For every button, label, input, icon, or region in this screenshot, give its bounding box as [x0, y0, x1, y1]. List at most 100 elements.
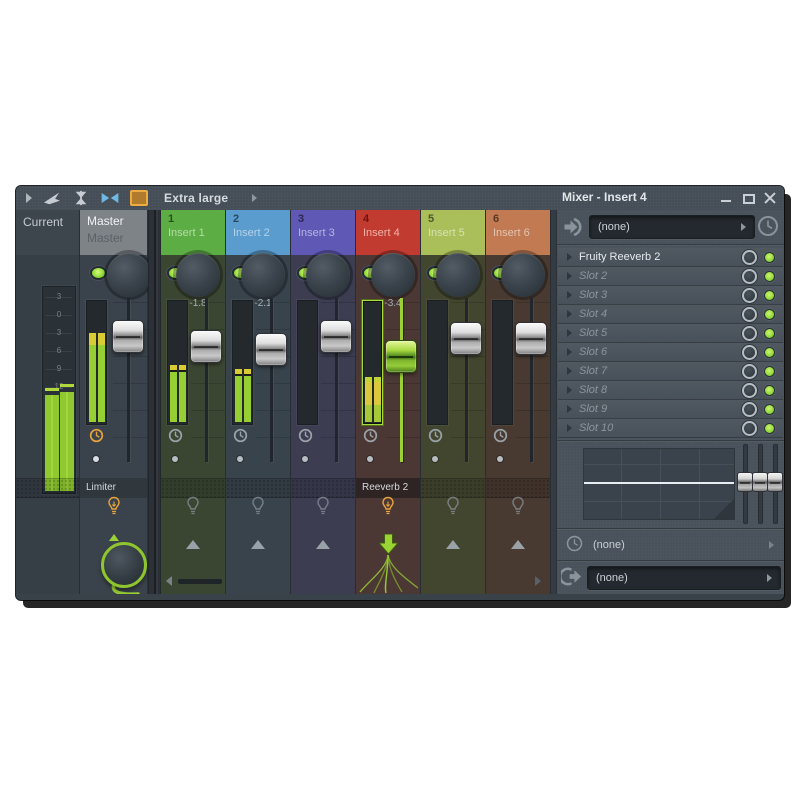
slot-mix-knob[interactable]: [742, 383, 757, 398]
fx-slot-6[interactable]: Slot 6: [558, 343, 783, 361]
slot-mix-knob[interactable]: [742, 364, 757, 379]
lamp-icon[interactable]: [510, 496, 526, 518]
fx-slot-7[interactable]: Slot 7: [558, 362, 783, 380]
slot-arrow-icon[interactable]: [567, 272, 572, 280]
record-dot[interactable]: [497, 456, 503, 462]
fx-slot-10[interactable]: Slot 10: [558, 419, 783, 437]
strip-header[interactable]: 5 Insert 5: [421, 210, 485, 255]
record-dot[interactable]: [367, 456, 373, 462]
slot-enable-led[interactable]: [764, 423, 775, 434]
clock-icon[interactable]: [89, 428, 104, 443]
fx-slot-1[interactable]: Fruity Reeverb 2: [558, 248, 783, 266]
record-dot[interactable]: [302, 456, 308, 462]
slot-arrow-icon[interactable]: [567, 291, 572, 299]
volume-fader[interactable]: [515, 322, 547, 355]
slot-enable-led[interactable]: [764, 385, 775, 396]
slot-enable-led[interactable]: [764, 271, 775, 282]
pan-knob[interactable]: [241, 253, 285, 297]
clock-icon[interactable]: [298, 428, 313, 443]
fader-track[interactable]: [270, 298, 273, 462]
fx-slot-5[interactable]: Slot 5: [558, 324, 783, 342]
lamp-icon[interactable]: [315, 496, 331, 518]
fx-slot-2[interactable]: Slot 2: [558, 267, 783, 285]
time-clock-icon[interactable]: [566, 535, 583, 552]
mixer-strip-insert-3[interactable]: 3 Insert 3: [291, 210, 356, 594]
fx-slot-3[interactable]: Slot 3: [558, 286, 783, 304]
fader-track[interactable]: [205, 298, 208, 462]
slot-mix-knob[interactable]: [742, 421, 757, 436]
clock-icon[interactable]: [493, 428, 508, 443]
lamp-icon[interactable]: [380, 496, 396, 518]
time-arrow-icon[interactable]: [769, 541, 774, 549]
route-up-arrow-icon[interactable]: [446, 540, 460, 549]
slot-mix-knob[interactable]: [742, 250, 757, 265]
slot-enable-led[interactable]: [764, 366, 775, 377]
eq-band-fader-low[interactable]: [737, 472, 753, 492]
lamp-icon[interactable]: [445, 496, 461, 518]
plugin-name-band[interactable]: Reeverb 2: [356, 478, 420, 498]
route-up-arrow-icon[interactable]: [511, 540, 525, 549]
fx-slot-9[interactable]: Slot 9: [558, 400, 783, 418]
pan-knob[interactable]: [306, 253, 350, 297]
lamp-icon[interactable]: [250, 496, 266, 518]
mixer-strip-insert-4[interactable]: 4 Insert 4 -3.4 Reeverb 2: [356, 210, 421, 594]
minimize-button[interactable]: [720, 192, 732, 204]
eq-graph[interactable]: [583, 448, 735, 520]
input-source-select[interactable]: (none): [589, 215, 755, 239]
menu-arrow-icon[interactable]: [26, 193, 32, 203]
volume-fader[interactable]: [450, 322, 482, 355]
slot-mix-knob[interactable]: [742, 326, 757, 341]
fx-slot-4[interactable]: Slot 4: [558, 305, 783, 323]
output-target-select[interactable]: (none): [587, 566, 781, 590]
route-up-arrow-icon[interactable]: [186, 540, 200, 549]
master-output-knob[interactable]: [101, 542, 147, 588]
maximize-button[interactable]: [742, 192, 754, 204]
strip-header[interactable]: Current: [16, 210, 79, 255]
pan-knob[interactable]: [501, 253, 545, 297]
record-dot[interactable]: [93, 456, 99, 462]
slot-arrow-icon[interactable]: [567, 348, 572, 356]
strip-header[interactable]: 1 Insert 1: [161, 210, 225, 255]
mirror-triangles-icon[interactable]: [100, 190, 120, 206]
pan-knob[interactable]: [436, 253, 480, 297]
slot-arrow-icon[interactable]: [567, 424, 572, 432]
mixer-strip-insert-2[interactable]: 2 Insert 2 -2.1: [226, 210, 291, 594]
mixer-strip-insert-5[interactable]: 5 Insert 5: [421, 210, 486, 594]
strip-header[interactable]: 3 Insert 3: [291, 210, 355, 255]
eq-band-fader-high[interactable]: [767, 472, 783, 492]
pan-knob[interactable]: [371, 253, 415, 297]
record-dot[interactable]: [432, 456, 438, 462]
strip-header[interactable]: 6 Insert 6: [486, 210, 550, 255]
volume-fader[interactable]: [190, 330, 222, 363]
mixer-strip-current[interactable]: Current 3 0 3 6 9 12: [16, 210, 80, 594]
slot-arrow-icon[interactable]: [567, 253, 572, 261]
slot-enable-led[interactable]: [764, 404, 775, 415]
view-mode-arrow-icon[interactable]: [252, 194, 257, 202]
slot-arrow-icon[interactable]: [567, 310, 572, 318]
mixer-strip-master[interactable]: Master Master Limiter: [80, 210, 148, 594]
slot-mix-knob[interactable]: [742, 402, 757, 417]
plugin-name-band[interactable]: Limiter: [80, 478, 147, 498]
slot-enable-led[interactable]: [764, 328, 775, 339]
route-up-arrow-icon[interactable]: [251, 540, 265, 549]
mixer-strip-insert-6[interactable]: 6 Insert 6: [486, 210, 551, 594]
lamp-icon[interactable]: [185, 496, 201, 518]
clock-icon[interactable]: [233, 428, 248, 443]
view-mode-label[interactable]: Extra large: [164, 191, 228, 205]
slot-mix-knob[interactable]: [742, 269, 757, 284]
strip-header[interactable]: 2 Insert 2: [226, 210, 290, 255]
slot-mix-knob[interactable]: [742, 307, 757, 322]
slot-enable-led[interactable]: [764, 347, 775, 358]
slot-arrow-icon[interactable]: [567, 386, 572, 394]
detach-icon[interactable]: [42, 190, 62, 206]
record-dot[interactable]: [172, 456, 178, 462]
slot-enable-led[interactable]: [764, 252, 775, 263]
volume-fader[interactable]: [320, 320, 352, 353]
time-source-value[interactable]: (none): [593, 539, 625, 551]
horizontal-scrollbar[interactable]: [178, 579, 222, 584]
slot-mix-knob[interactable]: [742, 288, 757, 303]
input-record-clock-icon[interactable]: [757, 215, 779, 237]
audio-output-icon[interactable]: [561, 565, 584, 588]
audio-input-icon[interactable]: [561, 215, 585, 239]
eq-band-fader-mid[interactable]: [752, 472, 768, 492]
